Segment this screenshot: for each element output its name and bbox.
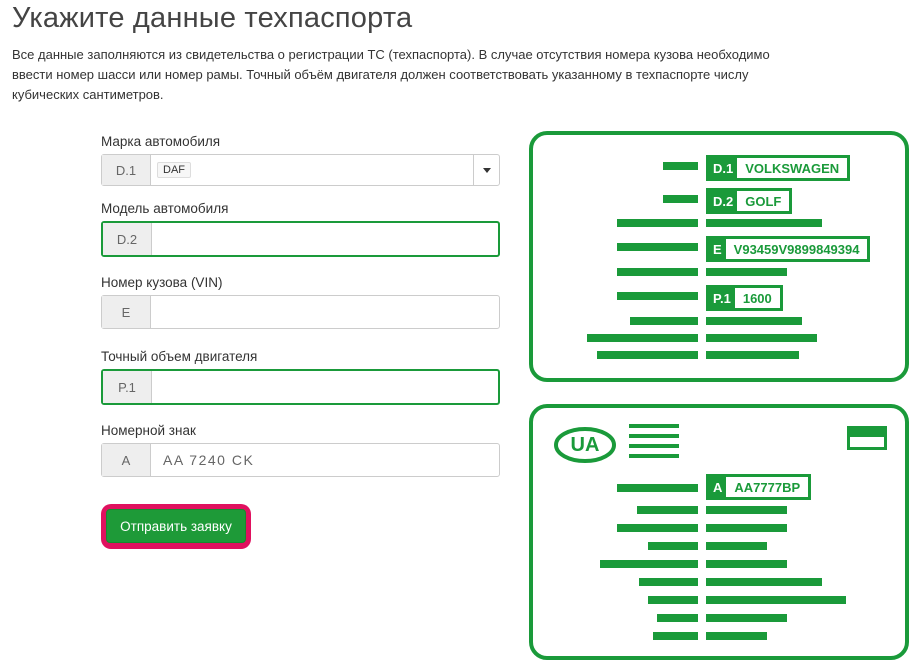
vin-input[interactable] <box>151 296 499 328</box>
chevron-down-icon <box>482 167 491 173</box>
page-title: Укажите данные техпаспорта <box>12 2 413 34</box>
vin-input-group: E <box>101 295 500 329</box>
vin-label: Номер кузова (VIN) <box>101 275 223 290</box>
illustration-engine: P.1 1600 <box>706 285 783 311</box>
ua-country-code: UA <box>570 433 600 456</box>
illustration-vin: E V93459V9899849394 <box>706 236 871 262</box>
illustration-model: D.2 GOLF <box>706 188 793 214</box>
make-selected-value[interactable]: DAF <box>157 162 191 178</box>
plate-code: A <box>102 444 151 476</box>
plate-field: Номерной знак A AA 7240 CK <box>101 419 500 477</box>
engine-field: Точный объем двигателя P.1 <box>101 345 500 405</box>
model-label: Модель автомобиля <box>101 201 229 216</box>
model-field: Модель автомобиля D.2 <box>101 197 500 257</box>
page-description: Все данные заполняются из свидетельства … <box>12 47 770 102</box>
plate-card-illustration: UA A AA7777BP <box>529 404 909 660</box>
vin-code: E <box>102 296 151 328</box>
make-code: D.1 <box>102 155 151 185</box>
plate-input-group: A AA 7240 CK <box>101 443 500 477</box>
illustration-make: D.1 VOLKSWAGEN <box>706 155 851 181</box>
plate-input[interactable]: AA 7240 CK <box>151 444 499 476</box>
document-icon <box>847 426 887 450</box>
make-dropdown-toggle[interactable] <box>473 155 499 185</box>
make-label: Марка автомобиля <box>101 134 221 149</box>
vehicle-form: Марка автомобиля D.1 DAF Модель автомоби… <box>101 130 500 477</box>
registration-card-illustration: D.1 VOLKSWAGEN D.2 GOLF E V93459V9899849… <box>529 131 909 382</box>
engine-input[interactable] <box>152 371 498 403</box>
make-select[interactable]: D.1 DAF <box>101 154 500 186</box>
engine-label: Точный объем двигателя <box>101 349 258 364</box>
illustration-plate: A AA7777BP <box>706 474 812 500</box>
model-code: D.2 <box>103 223 152 255</box>
vin-field: Номер кузова (VIN) E <box>101 271 500 329</box>
model-input[interactable] <box>152 223 498 255</box>
submit-button[interactable]: Отправить заявку <box>106 509 246 543</box>
submit-highlight: Отправить заявку <box>101 504 251 549</box>
make-field: Марка автомобиля D.1 DAF <box>101 130 500 186</box>
model-input-group: D.2 <box>101 221 500 257</box>
engine-code: P.1 <box>103 371 152 403</box>
plate-label: Номерной знак <box>101 423 196 438</box>
engine-input-group: P.1 <box>101 369 500 405</box>
